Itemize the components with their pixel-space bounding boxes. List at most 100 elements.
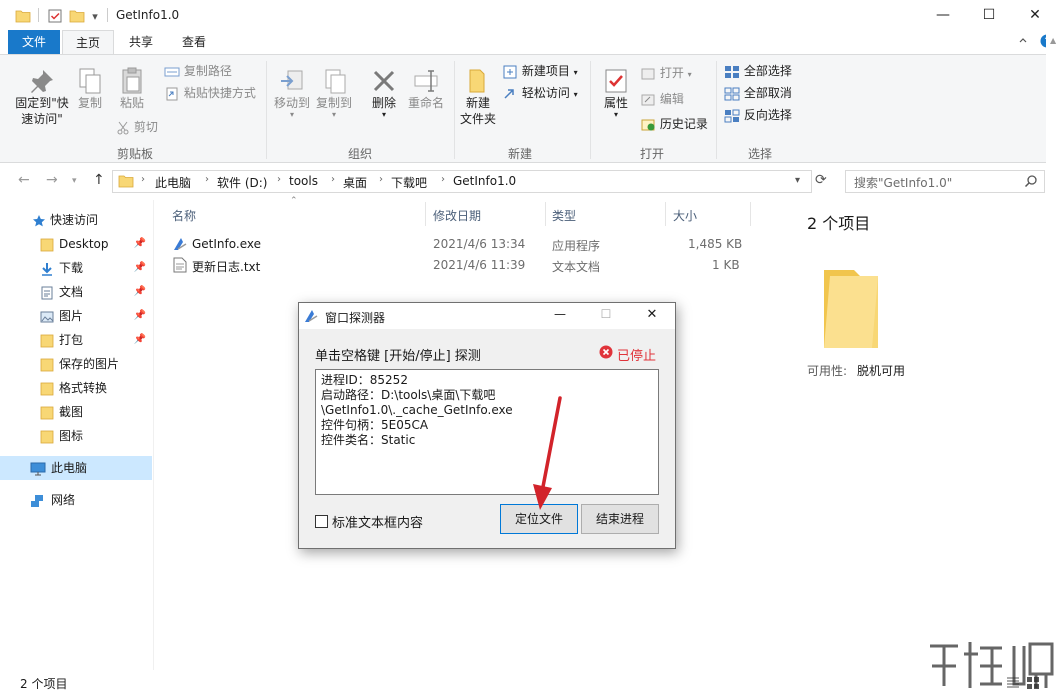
search-input[interactable]: 搜索"GetInfo1.0"	[845, 170, 1045, 193]
standard-textbox-checkbox[interactable]: 标准文本框内容	[315, 513, 423, 531]
file-row[interactable]: 更新日志.txt 2021/4/6 11:39 文本文档 1 KB	[160, 255, 750, 276]
recent-locations-chevron-icon[interactable]: ▾	[72, 176, 77, 186]
nav-network[interactable]: 网络	[0, 488, 152, 512]
text-file-icon	[173, 257, 187, 276]
edit-button[interactable]: 编辑	[640, 89, 684, 109]
new-item-icon	[503, 65, 517, 78]
nav-item-format-convert[interactable]: 格式转换	[0, 376, 152, 400]
end-process-button[interactable]: 结束进程	[581, 504, 659, 534]
maximize-button[interactable]: ☐	[966, 0, 1012, 30]
column-header-modified[interactable]: 修改日期	[433, 207, 481, 224]
select-all-button[interactable]: 全部选择	[724, 61, 792, 81]
nav-item-pack[interactable]: 打包 📌	[0, 328, 152, 352]
nav-item-downloads[interactable]: 下载 📌	[0, 256, 152, 280]
rename-button[interactable]: 重命名	[404, 67, 448, 111]
paste-shortcut-icon	[166, 87, 178, 100]
address-bar[interactable]: › 此电脑 › 软件 (D:) › tools › 桌面 › 下载吧 › Get…	[112, 170, 812, 193]
folder-icon	[14, 8, 32, 24]
column-divider[interactable]	[425, 202, 426, 226]
new-folder-quick-icon[interactable]	[68, 8, 86, 24]
copy-path-label: 复制路径	[183, 64, 232, 78]
checkbox-box[interactable]	[315, 514, 328, 528]
delete-label: 删除	[371, 96, 396, 110]
open-button[interactable]: 打开 ▾	[640, 63, 692, 83]
column-header-size[interactable]: 大小	[673, 207, 697, 224]
up-arrow-icon[interactable]: ↑	[93, 172, 105, 188]
vertical-scrollbar[interactable]: ▲	[1046, 30, 1064, 698]
delete-button[interactable]: 删除 ▾	[366, 67, 402, 119]
minimize-button[interactable]: —	[920, 0, 966, 30]
nav-quick-access[interactable]: 快速访问	[0, 208, 152, 232]
properties-button[interactable]: 属性 ▾	[596, 67, 636, 119]
pin-to-quick-access-button[interactable]: 固定到"快 速访问"	[8, 67, 76, 127]
copy-label: 复制	[77, 96, 102, 110]
new-folder-button[interactable]: 新建 文件夹	[458, 67, 498, 127]
refresh-icon[interactable]: ⟳	[815, 172, 827, 188]
move-to-button[interactable]: 移动到 ▾	[272, 67, 312, 119]
breadcrumb-chevron-icon[interactable]: ›	[331, 174, 335, 185]
breadcrumb-chevron-icon[interactable]: ›	[277, 174, 281, 185]
nav-item-desktop[interactable]: Desktop 📌	[0, 232, 152, 256]
document-icon	[41, 286, 53, 299]
collapse-ribbon-icon[interactable]	[1018, 35, 1028, 48]
paste-button[interactable]: 粘贴	[112, 67, 152, 111]
column-divider[interactable]	[545, 202, 546, 226]
column-header-name[interactable]: 名称	[172, 207, 196, 224]
breadcrumb-item[interactable]: 下载吧	[391, 174, 427, 191]
tab-home[interactable]: 主页	[62, 30, 114, 54]
file-row[interactable]: GetInfo.exe 2021/4/6 13:34 应用程序 1,485 KB	[160, 234, 750, 255]
dialog-minimize-button[interactable]: —	[545, 307, 575, 321]
breadcrumb-item[interactable]: 此电脑	[155, 174, 191, 191]
tab-share[interactable]: 共享	[116, 30, 166, 54]
cut-button[interactable]: 剪切	[116, 117, 158, 137]
select-none-button[interactable]: 全部取消	[724, 83, 792, 103]
copy-to-button[interactable]: 复制到 ▾	[314, 67, 354, 119]
forward-arrow-icon[interactable]: →	[46, 172, 58, 188]
pin-icon[interactable]: 📌	[134, 256, 146, 280]
breadcrumb-chevron-icon[interactable]: ›	[441, 174, 445, 185]
info-textarea[interactable]: 进程ID：85252 启动路径：D:\tools\桌面\下载吧 \GetInfo…	[315, 369, 659, 495]
nav-item-icons[interactable]: 图标	[0, 424, 152, 448]
nav-item-screenshots[interactable]: 截图	[0, 400, 152, 424]
nav-item-saved-pictures[interactable]: 保存的图片	[0, 352, 152, 376]
column-header-type[interactable]: 类型	[552, 207, 576, 224]
breadcrumb-item[interactable]: 桌面	[343, 174, 367, 191]
pin-label-line2: 速访问"	[21, 112, 63, 126]
breadcrumb-chevron-icon[interactable]: ›	[141, 174, 145, 185]
nav-item-documents[interactable]: 文档 📌	[0, 280, 152, 304]
invert-selection-button[interactable]: 反向选择	[724, 105, 792, 125]
dialog-close-button[interactable]: ✕	[637, 307, 667, 322]
pin-icon[interactable]: 📌	[134, 328, 146, 352]
tab-file[interactable]: 文件	[8, 30, 60, 54]
pin-icon[interactable]: 📌	[134, 280, 146, 304]
breadcrumb-chevron-icon[interactable]: ›	[379, 174, 383, 185]
open-icon	[641, 68, 655, 79]
nav-item-pictures[interactable]: 图片 📌	[0, 304, 152, 328]
copy-button[interactable]: 复制	[74, 67, 106, 111]
scroll-up-icon[interactable]: ▲	[1050, 36, 1056, 45]
close-button[interactable]: ✕	[1012, 0, 1058, 30]
paste-shortcut-button[interactable]: 粘贴快捷方式	[164, 83, 256, 103]
back-arrow-icon[interactable]: ←	[18, 172, 30, 188]
new-item-button[interactable]: 新建项目 ▾	[502, 61, 578, 81]
easy-access-button[interactable]: 轻松访问 ▾	[502, 83, 578, 103]
dialog-maximize-button[interactable]: ☐	[591, 307, 621, 321]
search-placeholder: 搜索"GetInfo1.0"	[854, 176, 953, 190]
customize-quick-access-dropdown[interactable]: ▾	[88, 8, 102, 24]
breadcrumb-item[interactable]: GetInfo1.0	[453, 174, 516, 188]
breadcrumb-chevron-icon[interactable]: ›	[205, 174, 209, 185]
address-dropdown-icon[interactable]: ▾	[795, 175, 800, 186]
pin-icon[interactable]: 📌	[134, 232, 146, 256]
pin-icon[interactable]: 📌	[134, 304, 146, 328]
properties-quick-icon[interactable]	[46, 8, 64, 24]
history-button[interactable]: 历史记录	[640, 114, 708, 134]
breadcrumb-item[interactable]: 软件 (D:)	[217, 174, 267, 191]
column-divider[interactable]	[665, 202, 666, 226]
nav-this-pc[interactable]: 此电脑	[0, 456, 152, 480]
column-divider[interactable]	[750, 202, 751, 226]
copy-path-button[interactable]: 复制路径	[164, 61, 232, 81]
tab-view[interactable]: 查看	[168, 30, 220, 54]
network-icon	[31, 494, 43, 507]
breadcrumb-item[interactable]: tools	[289, 174, 318, 188]
edit-icon	[641, 94, 655, 105]
